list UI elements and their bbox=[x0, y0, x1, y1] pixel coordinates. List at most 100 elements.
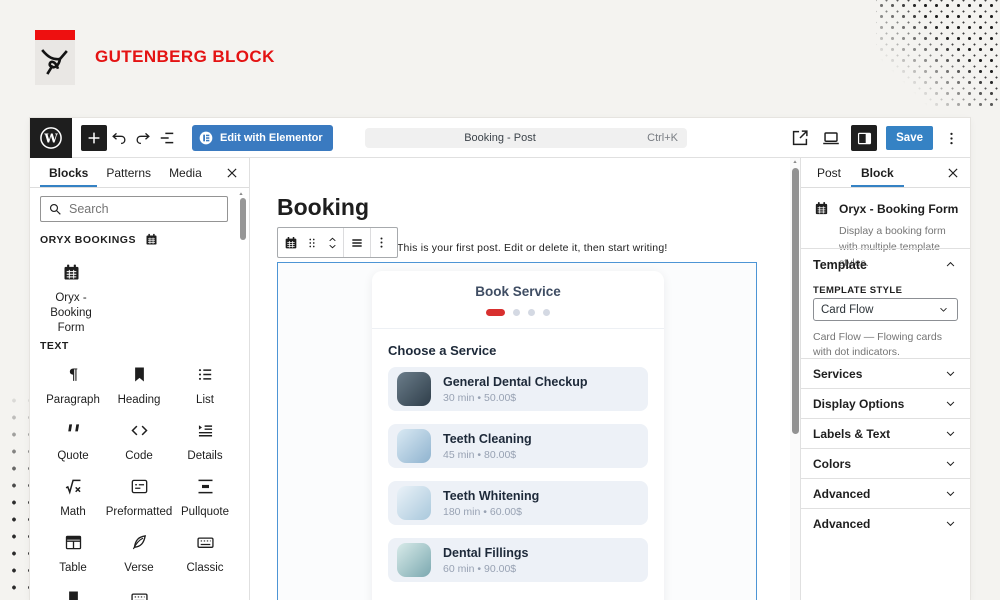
undo-button[interactable] bbox=[107, 123, 131, 153]
chevron-down-icon bbox=[943, 366, 958, 381]
block-type-icon bbox=[195, 420, 216, 441]
tab-post[interactable]: Post bbox=[807, 158, 851, 187]
block-type-item[interactable]: Quote bbox=[42, 420, 104, 462]
block-type-item[interactable]: Oryx - Booking Form bbox=[40, 262, 102, 336]
block-type-item[interactable]: Code bbox=[108, 420, 170, 462]
command-center-bar[interactable]: Booking - Post Ctrl+K bbox=[365, 128, 687, 148]
service-card[interactable]: Dental Fillings 60 min • 90.00$ bbox=[388, 538, 648, 582]
text-section-label: TEXT bbox=[40, 340, 69, 352]
scroll-up-arrow-icon[interactable] bbox=[237, 190, 245, 198]
block-type-item[interactable]: List bbox=[174, 364, 236, 406]
settings-panel-toggle[interactable]: Services bbox=[801, 358, 970, 388]
block-type-item[interactable]: ¶ Paragraph bbox=[42, 364, 104, 406]
step-dot bbox=[528, 309, 535, 316]
settings-panel-toggle[interactable]: Advanced bbox=[801, 508, 970, 538]
block-type-label: List bbox=[196, 394, 214, 406]
step-dot bbox=[513, 309, 520, 316]
align-icon bbox=[349, 235, 365, 251]
tab-patterns[interactable]: Patterns bbox=[97, 158, 160, 187]
block-type-button[interactable] bbox=[278, 228, 303, 257]
block-type-label: Verse bbox=[124, 562, 154, 574]
block-toolbar bbox=[277, 227, 398, 258]
brand-title: GUTENBERG BLOCK bbox=[95, 47, 275, 66]
service-card[interactable]: Teeth Whitening 180 min • 60.00$ bbox=[388, 481, 648, 525]
step-dots bbox=[372, 309, 664, 316]
block-type-label: Classic bbox=[186, 562, 224, 574]
post-title-field[interactable]: Booking bbox=[277, 194, 369, 221]
chevron-down-icon bbox=[943, 456, 958, 471]
block-type-item[interactable]: Math bbox=[42, 476, 104, 518]
align-button[interactable] bbox=[344, 228, 370, 257]
settings-sidebar-toggle-button[interactable] bbox=[851, 125, 878, 151]
inserter-tabs: Blocks Patterns Media bbox=[30, 158, 249, 188]
tab-blocks[interactable]: Blocks bbox=[40, 158, 97, 187]
block-type-item[interactable]: Verse bbox=[108, 532, 170, 574]
edit-with-elementor-button[interactable]: Edit with Elementor bbox=[192, 124, 333, 151]
settings-sidebar: Post Block Oryx - Booking Form Display a… bbox=[800, 158, 970, 600]
options-menu-button[interactable] bbox=[942, 126, 960, 150]
block-type-icon bbox=[195, 364, 216, 385]
block-type-item[interactable]: Pullquote bbox=[174, 476, 236, 518]
block-type-label: Heading bbox=[117, 394, 161, 406]
elementor-logo-icon bbox=[198, 130, 214, 146]
block-type-item[interactable]: Table bbox=[42, 532, 104, 574]
settings-panel-toggle[interactable]: Advanced bbox=[801, 478, 970, 508]
block-type-item[interactable]: Heading bbox=[108, 364, 170, 406]
block-type-item[interactable]: Preformatted bbox=[106, 476, 172, 518]
inserter-scrollbar-thumb[interactable] bbox=[240, 198, 246, 240]
service-name: Teeth Cleaning bbox=[443, 431, 532, 446]
block-type-item[interactable] bbox=[42, 588, 104, 600]
preview-devices-button[interactable] bbox=[820, 127, 842, 149]
settings-panel-label: Advanced bbox=[813, 486, 871, 501]
drag-dots-icon bbox=[305, 236, 319, 250]
chevron-down-icon bbox=[943, 426, 958, 441]
block-type-icon bbox=[63, 476, 84, 497]
tab-media[interactable]: Media bbox=[160, 158, 211, 187]
canvas-scrollbar-thumb[interactable] bbox=[791, 168, 799, 434]
template-style-select[interactable]: Card Flow bbox=[813, 298, 958, 321]
template-panel-toggle[interactable]: Template bbox=[801, 248, 970, 280]
close-settings-icon[interactable] bbox=[944, 164, 962, 182]
settings-panel-toggle[interactable]: Display Options bbox=[801, 388, 970, 418]
service-name: Dental Fillings bbox=[443, 545, 529, 560]
drag-handle[interactable] bbox=[303, 228, 321, 257]
block-type-label: Oryx - Booking Form bbox=[50, 292, 92, 334]
selected-booking-block[interactable]: Book Service Choose a Service General De… bbox=[277, 262, 757, 600]
wordpress-menu-button[interactable]: W bbox=[30, 117, 72, 158]
command-center-title: Booking - Post bbox=[464, 132, 536, 144]
block-options-button[interactable] bbox=[371, 228, 391, 257]
tab-block[interactable]: Block bbox=[851, 158, 904, 187]
block-mover-buttons[interactable] bbox=[321, 228, 343, 257]
block-type-item[interactable]: Details bbox=[174, 420, 236, 462]
document-overview-button[interactable] bbox=[155, 123, 179, 153]
save-button[interactable]: Save bbox=[886, 126, 933, 150]
block-type-icon bbox=[195, 532, 216, 553]
move-up-down-icon bbox=[325, 234, 340, 252]
service-card[interactable]: Teeth Cleaning 45 min • 80.00$ bbox=[388, 424, 648, 468]
block-inserter-toggle-button[interactable] bbox=[81, 124, 107, 151]
kebab-menu-icon bbox=[374, 235, 389, 250]
settings-panel-toggle[interactable]: Labels & Text bbox=[801, 418, 970, 448]
view-post-button[interactable] bbox=[789, 127, 811, 149]
text-section-text: TEXT bbox=[40, 340, 69, 352]
close-inserter-icon[interactable] bbox=[223, 164, 241, 182]
block-type-label: Pullquote bbox=[181, 506, 229, 518]
block-type-item[interactable] bbox=[108, 588, 170, 600]
canvas-scrollbar[interactable] bbox=[790, 158, 800, 600]
block-type-item[interactable]: Classic bbox=[174, 532, 236, 574]
block-type-icon bbox=[195, 476, 216, 497]
block-type-label: Math bbox=[60, 506, 86, 518]
template-style-label: TEMPLATE STYLE bbox=[813, 285, 903, 296]
service-meta: 30 min • 50.00$ bbox=[443, 391, 517, 404]
settings-panel-label: Colors bbox=[813, 456, 852, 471]
calendar-icon bbox=[283, 235, 299, 251]
search-input[interactable] bbox=[40, 196, 228, 222]
settings-panel-toggle[interactable]: Colors bbox=[801, 448, 970, 478]
service-card[interactable]: General Dental Checkup 30 min • 50.00$ bbox=[388, 367, 648, 411]
scroll-up-arrow-icon[interactable] bbox=[791, 158, 799, 166]
oryx-section-text: ORYX BOOKINGS bbox=[40, 233, 136, 246]
settings-tabs: Post Block bbox=[801, 158, 970, 188]
service-meta: 180 min • 60.00$ bbox=[443, 505, 522, 518]
redo-button[interactable] bbox=[131, 123, 155, 153]
settings-panel-label: Display Options bbox=[813, 396, 905, 411]
